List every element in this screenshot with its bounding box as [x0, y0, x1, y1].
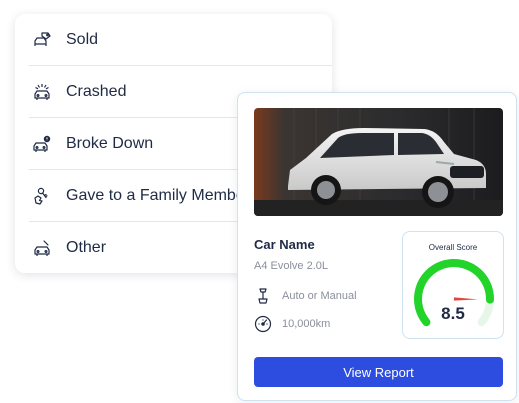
mileage-text: 10,000km	[282, 318, 331, 330]
transmission-text: Auto or Manual	[282, 290, 357, 302]
menu-item-sold[interactable]: Sold	[29, 14, 332, 66]
menu-item-label: Gave to a Family Member	[66, 186, 251, 204]
car-other-icon	[31, 237, 53, 259]
menu-item-label: Crashed	[66, 82, 127, 100]
overall-score-panel: Overall Score 8.5	[402, 231, 504, 339]
gear-shift-icon	[254, 287, 272, 305]
car-crash-icon	[31, 81, 53, 103]
hand-keys-icon	[31, 185, 53, 207]
mileage-row: 10,000km	[254, 315, 330, 333]
speedometer-icon	[254, 315, 272, 333]
car-model: A4 Evolve 2.0L	[254, 260, 328, 272]
score-value: 8.5	[441, 304, 465, 323]
menu-item-label: Other	[66, 239, 107, 256]
gauge-needle	[453, 297, 478, 301]
car-sale-tag-icon	[31, 29, 53, 51]
menu-item-label: Sold	[66, 30, 99, 48]
car-name-label: Car Name	[254, 237, 315, 252]
car-photo	[254, 108, 503, 216]
transmission-row: Auto or Manual	[254, 287, 357, 305]
car-report-card: Car Name A4 Evolve 2.0L Auto or Manual 1…	[237, 92, 517, 401]
car-broken-icon	[31, 133, 53, 155]
score-title: Overall Score	[428, 243, 478, 252]
menu-item-label: Broke Down	[66, 134, 154, 152]
view-report-button[interactable]: View Report	[254, 357, 503, 387]
